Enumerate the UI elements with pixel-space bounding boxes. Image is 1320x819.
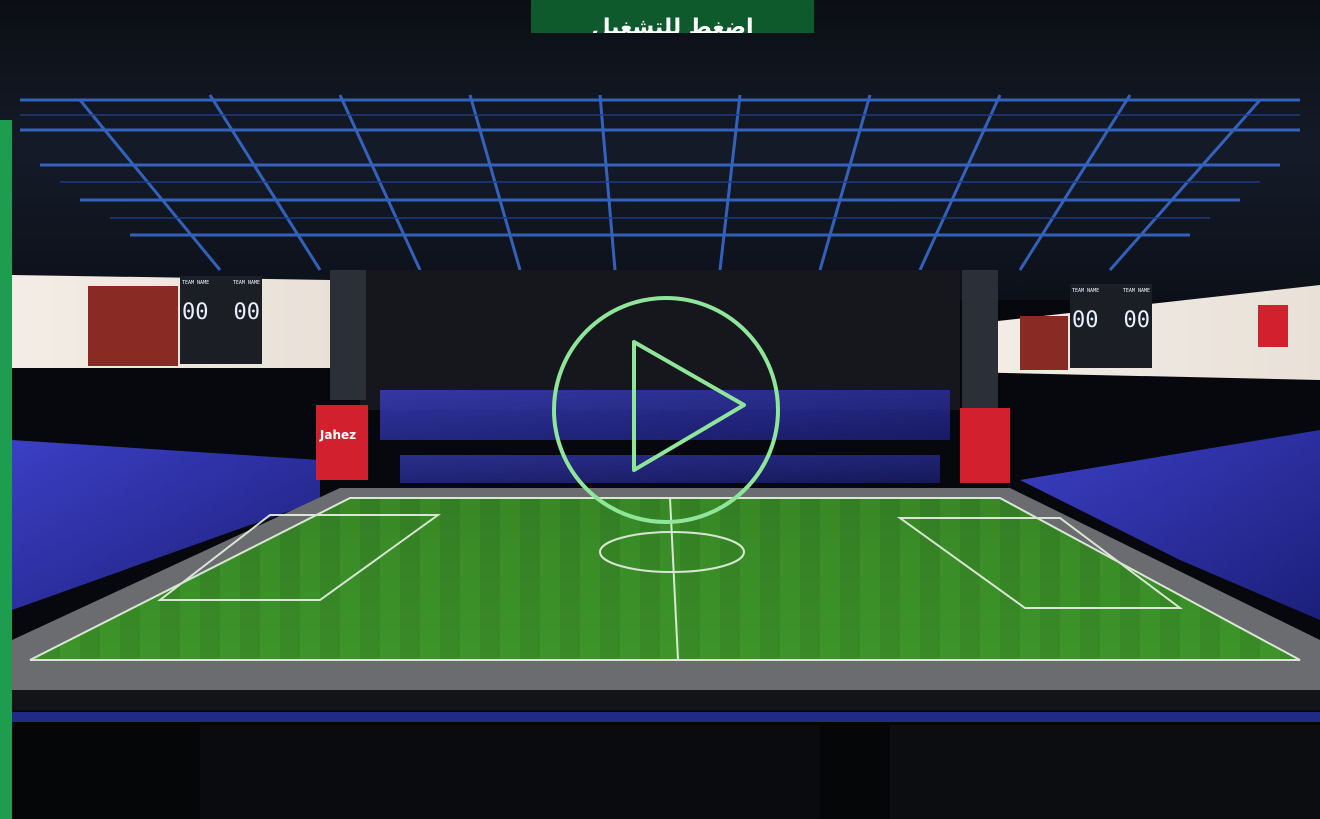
video-player[interactable]: TEAM NAME TEAM NAME 00 00 TEAM NAME TEAM…: [0, 0, 1320, 819]
scoreboard-left-away-score: 00: [233, 300, 261, 325]
play-icon: [552, 296, 780, 524]
scoreboard-right-home-score: 00: [1072, 308, 1099, 333]
sponsor-banner-left: Jahez: [316, 428, 360, 442]
scoreboard-left-away-label: TEAM NAME: [232, 280, 260, 286]
scoreboard-right-away-score: 00: [1123, 308, 1151, 333]
scoreboard-right: TEAM NAME TEAM NAME 00 00: [1072, 288, 1150, 366]
scoreboard-left-home-label: TEAM NAME: [182, 280, 210, 286]
scoreboard-left: TEAM NAME TEAM NAME 00 00: [182, 280, 260, 360]
play-button[interactable]: [551, 295, 781, 525]
tap-to-play-label: اضغط للتشغيل: [591, 15, 754, 34]
scoreboard-right-home-label: TEAM NAME: [1072, 288, 1100, 294]
scoreboard-right-away-label: TEAM NAME: [1122, 288, 1150, 294]
side-accent-bar: [0, 120, 12, 819]
sponsor-brand: Jahez: [319, 428, 357, 442]
scoreboard-left-home-score: 00: [182, 300, 209, 325]
tap-to-play-button[interactable]: اضغط للتشغيل: [531, 0, 814, 33]
